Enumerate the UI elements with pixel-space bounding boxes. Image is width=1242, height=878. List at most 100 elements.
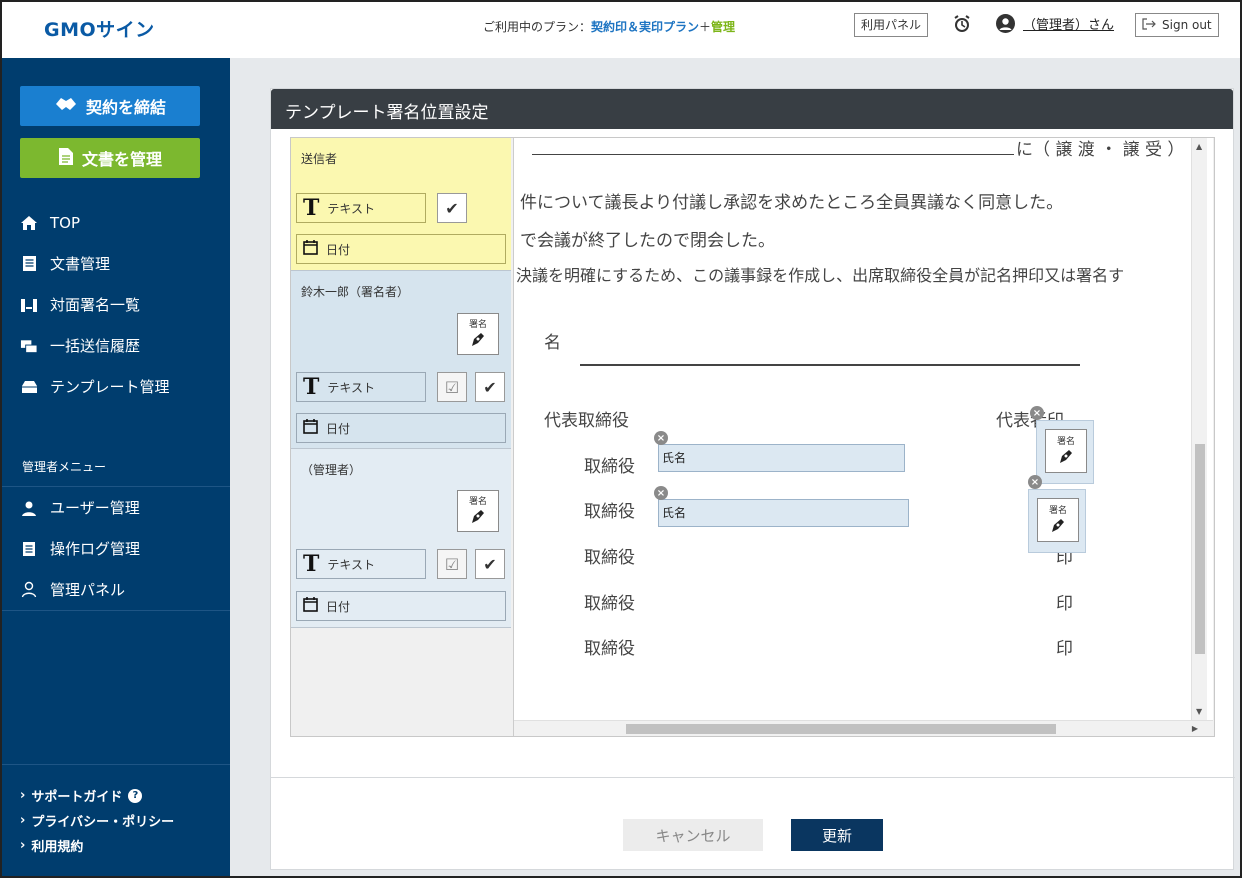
face-to-face-icon bbox=[20, 296, 38, 314]
blank-underline bbox=[532, 154, 1014, 155]
doc-line-1: に（ 譲 渡 ・ 譲 受 ） bbox=[1016, 140, 1185, 160]
nav-item-bulk-send[interactable]: 一括送信履歴 bbox=[0, 325, 230, 366]
user-icon bbox=[20, 499, 38, 517]
doc-director-3: 取締役 bbox=[584, 548, 635, 568]
pen-nib-icon bbox=[469, 507, 487, 528]
nav-item-log-management[interactable]: 操作ログ管理 bbox=[0, 528, 230, 569]
editable-checkbox[interactable]: ☑ bbox=[437, 549, 467, 579]
alarm-clock-icon[interactable] bbox=[952, 14, 972, 34]
footer-label: プライバシー・ポリシー bbox=[31, 815, 175, 830]
horizontal-scroll-thumb[interactable] bbox=[626, 724, 1056, 734]
manage-documents-label: 文書を管理 bbox=[81, 150, 162, 169]
vertical-scroll-thumb[interactable] bbox=[1195, 444, 1205, 654]
remove-field-icon[interactable]: × bbox=[654, 486, 668, 500]
nav-item-template[interactable]: テンプレート管理 bbox=[0, 366, 230, 407]
date-field-tool[interactable]: 日付 bbox=[296, 591, 506, 621]
doc-seal-4: 印 bbox=[1056, 594, 1073, 614]
scroll-up-arrow[interactable]: ▲ bbox=[1196, 142, 1202, 151]
nav-item-admin-panel[interactable]: 管理パネル bbox=[0, 569, 230, 610]
scroll-right-arrow[interactable]: ▶ bbox=[1192, 724, 1198, 733]
document-page: に（ 譲 渡 ・ 譲 受 ） 件について議長より付議し承認を求めたところ全員異議… bbox=[514, 138, 1184, 720]
main-nav: TOP 文書管理 対面署名一覧 一括送信履歴 テンプレート管理 bbox=[0, 202, 230, 407]
date-field-tool[interactable]: 日付 bbox=[296, 234, 506, 264]
doc-line-4: 決議を明確にするため、この議事録を作成し、出席取締役全員が記名押印又は署名す bbox=[516, 266, 1125, 285]
text-t-icon: T bbox=[303, 551, 320, 577]
sidebar-footer: › サポートガイド? › プライバシー・ポリシー › 利用規約 bbox=[0, 764, 230, 858]
pen-nib-icon bbox=[1049, 516, 1067, 537]
doc-director-5: 取締役 bbox=[584, 639, 635, 659]
help-icon: ? bbox=[128, 788, 143, 803]
remove-field-icon[interactable]: × bbox=[1028, 475, 1042, 489]
sidebar: 契約を締結 文書を管理 TOP 文書管理 対面署名一覧 一括送信履歴 テンプレー… bbox=[0, 58, 230, 878]
sign-out-button[interactable]: Sign out bbox=[1135, 13, 1219, 37]
plan-plus: ＋ bbox=[699, 20, 712, 34]
admin-panel-icon bbox=[20, 581, 38, 599]
signer-1-field-group: 鈴木一郎（署名者） 署名 T テキスト ☑ ✔ 日付 bbox=[291, 271, 511, 449]
placed-field-label: 氏名 bbox=[662, 451, 687, 465]
manage-documents-button[interactable]: 文書を管理 bbox=[20, 138, 200, 178]
text-field-tool[interactable]: T テキスト bbox=[296, 549, 426, 579]
date-field-tool[interactable]: 日付 bbox=[296, 413, 506, 443]
doc-director-4: 取締役 bbox=[584, 594, 635, 614]
remove-field-icon[interactable]: × bbox=[654, 431, 668, 445]
placed-name-field[interactable]: 氏名 bbox=[658, 444, 905, 472]
gmo-sign-logo[interactable]: GMOサイン bbox=[44, 15, 155, 42]
required-checkbox[interactable]: ✔ bbox=[475, 372, 505, 402]
scroll-down-arrow[interactable]: ▼ bbox=[1196, 707, 1202, 716]
signature-label: 署名 bbox=[1048, 506, 1067, 516]
nav-item-top[interactable]: TOP bbox=[0, 202, 230, 243]
nav-item-document-management[interactable]: 文書管理 bbox=[0, 243, 230, 284]
signature-field-tool[interactable]: 署名 bbox=[457, 313, 499, 355]
editable-checkbox[interactable]: ☑ bbox=[437, 372, 467, 402]
nav-item-user-management[interactable]: ユーザー管理 bbox=[0, 487, 230, 528]
signature-field-tool[interactable]: 署名 bbox=[457, 490, 499, 532]
sign-out-label: Sign out bbox=[1162, 18, 1212, 32]
admin-menu-title: 管理者メニュー bbox=[22, 460, 107, 474]
support-guide-link[interactable]: › サポートガイド? bbox=[0, 783, 230, 808]
doc-line-3: で会議が終了したので閉会した。 bbox=[520, 231, 775, 251]
privacy-policy-link[interactable]: › プライバシー・ポリシー bbox=[0, 808, 230, 833]
sign-contract-label: 契約を締結 bbox=[85, 98, 166, 117]
text-t-icon: T bbox=[303, 374, 320, 400]
nav-label: TOP bbox=[50, 213, 81, 232]
text-field-label: テキスト bbox=[327, 201, 376, 216]
placed-signature-field[interactable]: 署名 bbox=[1028, 489, 1086, 553]
doc-seal-5: 印 bbox=[1056, 639, 1073, 659]
plan-info: ご利用中のプラン：契約印＆実印プラン＋管理 bbox=[483, 18, 735, 35]
calendar-icon bbox=[303, 240, 318, 258]
template-icon bbox=[20, 378, 38, 396]
nav-label: 管理パネル bbox=[50, 581, 126, 599]
nav-label: 一括送信履歴 bbox=[50, 337, 141, 355]
required-checkbox[interactable]: ✔ bbox=[475, 549, 505, 579]
update-button[interactable]: 更新 bbox=[791, 819, 883, 851]
text-field-tool[interactable]: T テキスト bbox=[296, 372, 426, 402]
horizontal-scrollbar[interactable]: ▶ bbox=[514, 720, 1213, 736]
date-field-label: 日付 bbox=[326, 421, 351, 436]
user-menu[interactable]: （管理者）さん bbox=[996, 14, 1114, 33]
required-checkbox[interactable]: ✔ bbox=[437, 193, 467, 223]
usage-panel-button[interactable]: 利用パネル bbox=[854, 13, 929, 37]
doc-representative-left: 代表取締役 bbox=[544, 411, 629, 431]
doc-line-2: 件について議長より付議し承認を求めたところ全員異議なく同意した。 bbox=[520, 193, 1064, 213]
text-field-tool[interactable]: T テキスト bbox=[296, 193, 426, 223]
placed-name-field[interactable]: 氏名 bbox=[658, 499, 909, 527]
group-title: （管理者） bbox=[301, 463, 362, 477]
nav-label: 対面署名一覧 bbox=[50, 296, 141, 314]
footer-label: サポートガイド bbox=[31, 790, 123, 805]
document-preview[interactable]: に（ 譲 渡 ・ 譲 受 ） 件について議長より付議し承認を求めたところ全員異議… bbox=[513, 138, 1213, 736]
signature-position-editor: 送信者 T テキスト ✔ 日付 鈴木一郎（署名者） 署名 T テキスト ☑ ✔ … bbox=[290, 137, 1215, 737]
vertical-scrollbar[interactable]: ▲ ▼ bbox=[1191, 138, 1207, 720]
sign-contract-button[interactable]: 契約を締結 bbox=[20, 86, 200, 126]
log-icon bbox=[20, 540, 38, 558]
group-title: 送信者 bbox=[301, 152, 338, 166]
date-field-label: 日付 bbox=[326, 599, 351, 614]
cancel-button[interactable]: キャンセル bbox=[623, 819, 763, 851]
remove-field-icon[interactable]: × bbox=[1030, 406, 1044, 420]
field-palette: 送信者 T テキスト ✔ 日付 鈴木一郎（署名者） 署名 T テキスト ☑ ✔ … bbox=[291, 138, 511, 628]
placed-signature-field[interactable]: 署名 bbox=[1036, 420, 1094, 484]
nav-item-face-to-face[interactable]: 対面署名一覧 bbox=[0, 284, 230, 325]
terms-link[interactable]: › 利用規約 bbox=[0, 833, 230, 858]
text-t-icon: T bbox=[303, 195, 320, 221]
check-icon: ☑ bbox=[444, 554, 460, 574]
pen-nib-icon bbox=[1057, 447, 1075, 468]
